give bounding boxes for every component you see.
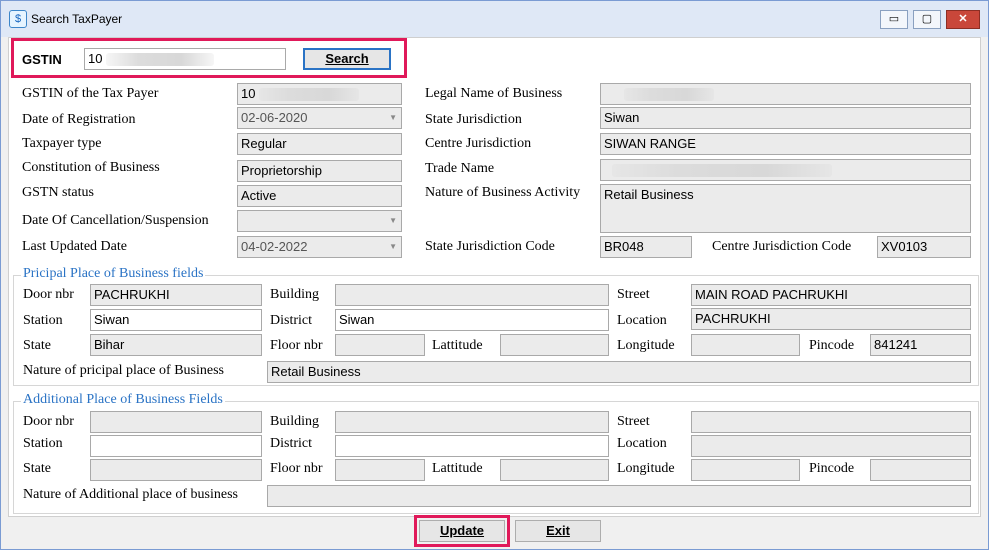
centre-jurisdiction-field: SIWAN RANGE [600,133,971,155]
principal-longitude-label: Longitude [617,338,675,353]
principal-latitude-label: Lattitude [432,338,483,353]
additional-location-label: Location [617,436,667,451]
principal-station-field[interactable]: Siwan [90,309,262,331]
additional-latitude-label: Lattitude [432,461,483,476]
search-taxpayer-window: $ Search TaxPayer ▭ ▢ ✕ GSTIN 10 Search … [0,0,989,550]
trade-name-field [600,159,971,181]
registration-date-label: Date of Registration [22,112,136,127]
constitution-field: Proprietorship [237,160,402,182]
principal-building-field [335,284,609,306]
last-updated-label: Last Updated Date [22,239,127,254]
redacted-legal-name [624,88,714,102]
form-content: GSTIN 10 Search GSTIN of the Tax Payer 1… [8,37,981,517]
trade-name-label: Trade Name [425,161,495,176]
maximize-button[interactable]: ▢ [913,10,941,29]
additional-station-field[interactable] [90,435,262,457]
taxpayer-type-label: Taxpayer type [22,136,102,151]
additional-nature-field [267,485,971,507]
exit-button[interactable]: Exit [515,520,601,542]
principal-floor-label: Floor nbr [270,338,323,353]
constitution-label: Constitution of Business [22,160,160,175]
principal-longitude-field [691,334,800,356]
additional-building-label: Building [270,414,320,429]
additional-nature-label: Nature of Additional place of business [23,487,239,502]
app-icon: $ [9,10,27,28]
additional-floor-label: Floor nbr [270,461,323,476]
principal-nature-label: Nature of pricipal place of Business [23,363,224,378]
principal-floor-field [335,334,425,356]
additional-floor-field [335,459,425,481]
additional-door-field [90,411,262,433]
additional-state-label: State [23,461,51,476]
additional-street-label: Street [617,414,650,429]
state-jurisdiction-label: State Jurisdiction [425,112,522,127]
centre-code-label: Centre Jurisdiction Code [712,239,852,254]
legal-name-field [600,83,971,105]
principal-building-label: Building [270,287,320,302]
state-code-field: BR048 [600,236,692,258]
additional-latitude-field [500,459,609,481]
chevron-down-icon: ▼ [389,113,397,122]
additional-pincode-label: Pincode [809,461,855,476]
chevron-down-icon: ▼ [389,216,397,225]
registration-date-combo[interactable]: 02-06-2020 ▼ [237,107,402,129]
centre-code-field: XV0103 [877,236,971,258]
additional-building-field [335,411,609,433]
legal-name-label: Legal Name of Business [425,86,563,101]
gstn-status-field: Active [237,185,402,207]
principal-location-field: PACHRUKHI [691,308,971,330]
redacted-trade-name [612,164,832,178]
update-highlight [414,515,510,547]
taxpayer-type-field: Regular [237,133,402,155]
additional-door-label: Door nbr [23,414,74,429]
window-title: Search TaxPayer [31,12,123,26]
principal-place-title: Pricipal Place of Business fields [21,266,206,282]
search-highlight [11,38,407,78]
last-updated-combo[interactable]: 04-02-2022 ▼ [237,236,402,258]
additional-street-field [691,411,971,433]
principal-door-field: PACHRUKHI [90,284,262,306]
nature-activity-label: Nature of Business Activity [425,185,581,200]
additional-district-field[interactable] [335,435,609,457]
principal-state-label: State [23,338,51,353]
principal-station-label: Station [23,313,63,328]
close-button[interactable]: ✕ [946,10,980,29]
principal-nature-field: Retail Business [267,361,971,383]
nature-activity-field: Retail Business [600,184,971,233]
principal-state-field: Bihar [90,334,262,356]
principal-pincode-label: Pincode [809,338,855,353]
cancellation-date-label: Date Of Cancellation/Suspension [22,213,209,228]
state-jurisdiction-field: Siwan [600,107,971,129]
chevron-down-icon: ▼ [389,242,397,251]
principal-district-label: District [270,313,312,328]
principal-pincode-field: 841241 [870,334,971,356]
additional-district-label: District [270,436,312,451]
principal-street-field: MAIN ROAD PACHRUKHI [691,284,971,306]
state-code-label: State Jurisdiction Code [425,239,555,254]
principal-door-label: Door nbr [23,287,74,302]
additional-location-field [691,435,971,457]
principal-latitude-field [500,334,609,356]
centre-jurisdiction-label: Centre Jurisdiction [425,136,532,151]
minimize-button[interactable]: ▭ [880,10,908,29]
additional-place-title: Additional Place of Business Fields [21,392,225,408]
gstin-taxpayer-field: 10 [237,83,402,105]
additional-pincode-field [870,459,971,481]
title-bar: $ Search TaxPayer ▭ ▢ ✕ [1,1,988,37]
principal-location-label: Location [617,313,667,328]
gstn-status-label: GSTN status [22,185,94,200]
gstin-taxpayer-label: GSTIN of the Tax Payer [22,86,159,101]
additional-longitude-label: Longitude [617,461,675,476]
principal-street-label: Street [617,287,650,302]
additional-state-field [90,459,262,481]
principal-district-field[interactable]: Siwan [335,309,609,331]
additional-station-label: Station [23,436,63,451]
redacted-gstin-taxpayer [259,88,360,102]
additional-longitude-field [691,459,800,481]
cancellation-date-combo[interactable]: ▼ [237,210,402,232]
